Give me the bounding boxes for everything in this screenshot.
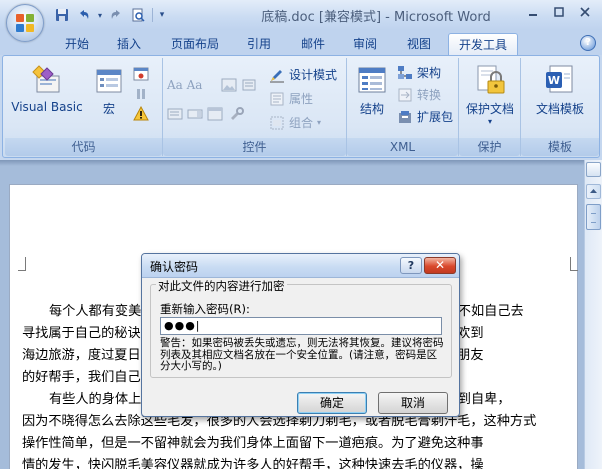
dialog-title: 确认密码 [150, 260, 199, 274]
scroll-up-icon[interactable] [586, 184, 601, 199]
structure-icon [356, 64, 388, 96]
tab-references[interactable]: 引用 [238, 33, 280, 55]
scrollbar-thumb[interactable] [586, 204, 601, 230]
group-dropdown-icon: ▾ [317, 118, 322, 127]
visual-basic-label: Visual Basic [11, 100, 83, 114]
office-button[interactable] [6, 4, 44, 42]
building-block-control-icon[interactable] [241, 77, 257, 93]
protect-dropdown-icon: ▾ [487, 117, 492, 126]
record-macro-icon[interactable] [133, 66, 149, 82]
tab-view[interactable]: 视图 [398, 33, 440, 55]
schema-button[interactable]: 架构 [397, 64, 441, 82]
tab-developer[interactable]: 开发工具 [448, 33, 518, 55]
lock-icon [474, 64, 506, 96]
group-label: 组合 [289, 116, 314, 130]
view-ruler-icon[interactable] [586, 162, 601, 177]
tab-mailings[interactable]: 邮件 [292, 33, 334, 55]
properties-label: 属性 [289, 92, 314, 106]
window-title: 底稿.doc [兼容模式] - Microsoft Word [261, 10, 491, 25]
transform-button[interactable]: 转换 [397, 86, 441, 104]
reenter-password-input[interactable]: ●●●| [160, 317, 442, 335]
schema-icon [397, 65, 413, 81]
tab-home[interactable]: 开始 [56, 33, 98, 55]
expansion-pack-label: 扩展包 [417, 110, 454, 124]
design-mode-icon [269, 67, 285, 83]
minimize-icon[interactable] [520, 2, 546, 22]
document-line: 操作性简单，但是一不留神就会为我们身体上面留下一道疤痕。为了避免这种事 [22, 436, 484, 451]
vertical-scrollbar[interactable] [584, 160, 602, 469]
window-controls [520, 2, 598, 22]
design-mode-button[interactable]: 设计模式 [269, 66, 337, 84]
expansion-pack-icon [397, 109, 413, 125]
legacy-tools-icon[interactable] [229, 106, 245, 122]
group-button[interactable]: 组合 ▾ [269, 114, 321, 132]
expansion-pack-button[interactable]: 扩展包 [397, 108, 453, 126]
macro-security-warning-icon[interactable] [133, 105, 149, 122]
password-warning-text: 警告：如果密码被丢失或遗忘，则无法将其恢复。建议将密码列表及其相应文档名放在一个… [160, 337, 444, 372]
confirm-password-dialog: 确认密码 ? ✕ 对此文件的内容进行加密 重新输入密码(R): ●●●| 警告：… [141, 253, 460, 417]
date-picker-control-icon[interactable] [207, 106, 223, 122]
group-protect-title: 保护 [459, 138, 520, 156]
macro-icon [93, 64, 125, 96]
ok-button[interactable]: 确定 [297, 392, 367, 414]
maximize-icon[interactable] [546, 2, 572, 22]
group-icon [269, 115, 285, 131]
rich-text-control-icon[interactable]: Aa Aa [167, 76, 202, 94]
group-xml: 结构 架构 转换 扩展包 XML [347, 58, 459, 156]
document-line: 情的发生，快闪脱毛美容仪器就成为许多人的好帮手，这种快速去毛的仪器，操 [22, 458, 484, 469]
dialog-title-bar[interactable]: 确认密码 ? ✕ [142, 254, 459, 278]
help-icon[interactable]: ? [580, 35, 596, 51]
combo-box-control-icon[interactable] [187, 106, 203, 122]
properties-icon [269, 91, 285, 107]
transform-label: 转换 [417, 88, 442, 102]
document-template-button[interactable]: W 文档模板 [527, 64, 593, 117]
protect-document-button[interactable]: 保护文档 ▾ [461, 64, 519, 126]
group-protect: 保护文档 ▾ 保护 [459, 58, 521, 156]
office-logo-icon [16, 14, 35, 33]
document-area-shadow [0, 160, 584, 166]
macro-label: 宏 [102, 102, 115, 116]
pause-recording-icon[interactable] [133, 86, 149, 102]
crop-mark-left [18, 257, 26, 271]
structure-button[interactable]: 结构 [353, 64, 391, 117]
dropdown-control-icon[interactable] [167, 106, 183, 122]
ribbon-tabs: 开始 插入 页面布局 引用 邮件 审阅 视图 开发工具 ? [0, 30, 602, 55]
group-code: Visual Basic 宏 代码 [5, 58, 163, 156]
encrypt-section-title: 对此文件的内容进行加密 [156, 278, 287, 294]
tab-page-layout[interactable]: 页面布局 [162, 33, 228, 55]
reenter-password-label: 重新输入密码(R): [160, 302, 250, 316]
design-mode-label: 设计模式 [289, 68, 338, 82]
group-controls-title: 控件 [163, 138, 346, 156]
group-controls: Aa Aa 设计模式 属性 组合 ▾ 控件 [163, 58, 347, 156]
title-bar: ▾ ▾ 底稿.doc [兼容模式] - Microsoft Word [0, 0, 602, 30]
svg-text:W: W [548, 74, 560, 87]
group-templates: W 文档模板 模板 [521, 58, 599, 156]
properties-button[interactable]: 属性 [269, 90, 313, 108]
document-template-label: 文档模板 [535, 102, 584, 116]
group-templates-title: 模板 [521, 138, 599, 156]
visual-basic-button[interactable]: Visual Basic [9, 64, 85, 114]
dialog-help-icon[interactable]: ? [400, 257, 422, 274]
crop-mark-right [570, 257, 578, 271]
ribbon: Visual Basic 宏 代码 Aa Aa 设计模式 属性 组合 ▾ 控件 … [2, 55, 600, 158]
dialog-close-icon[interactable]: ✕ [424, 257, 456, 274]
visual-basic-icon [31, 64, 63, 96]
protect-document-label: 保护文档 [465, 102, 514, 116]
schema-label: 架构 [417, 66, 442, 80]
group-xml-title: XML [347, 138, 458, 156]
tab-review[interactable]: 审阅 [344, 33, 386, 55]
group-code-title: 代码 [5, 138, 162, 156]
picture-control-icon[interactable] [221, 77, 237, 93]
tab-insert[interactable]: 插入 [108, 33, 150, 55]
macro-button[interactable]: 宏 [89, 64, 129, 117]
close-icon[interactable] [572, 2, 598, 22]
document-template-icon: W [544, 64, 576, 96]
transform-icon [397, 87, 413, 103]
structure-label: 结构 [359, 102, 384, 116]
cancel-button[interactable]: 取消 [378, 392, 448, 414]
